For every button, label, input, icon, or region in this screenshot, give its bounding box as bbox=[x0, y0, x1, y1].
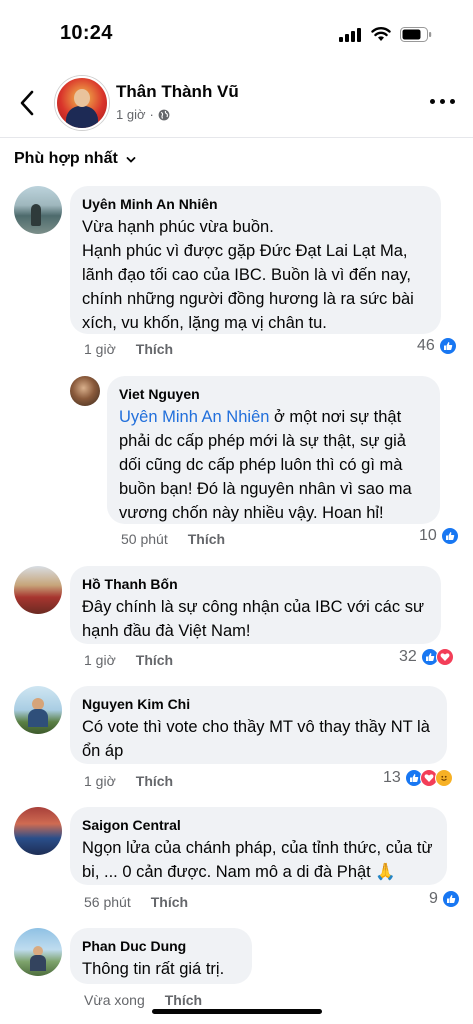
reaction-count: 46 bbox=[417, 337, 435, 354]
love-reaction-icon bbox=[435, 648, 454, 666]
comment-time: 1 giờ bbox=[84, 341, 116, 357]
comment-text: Có vote thì vote cho thầy MT vô thay thầ… bbox=[82, 718, 430, 760]
avatar[interactable] bbox=[14, 566, 62, 614]
sort-label: Phù hợp nhất bbox=[14, 150, 118, 167]
comment-author[interactable]: Viet Nguyen bbox=[119, 385, 428, 403]
comment-text: Ngọn lửa của chánh pháp, của tỉnh thức, … bbox=[82, 839, 433, 881]
comment-author[interactable]: Hồ Thanh Bốn bbox=[82, 575, 429, 593]
author-avatar[interactable] bbox=[55, 76, 109, 130]
post-time: 1 giờ bbox=[116, 107, 146, 122]
like-button[interactable]: Thích bbox=[136, 773, 173, 789]
comment-actions: 50 phút Thích bbox=[121, 531, 225, 547]
author-name[interactable]: Thân Thành Vũ bbox=[116, 82, 239, 102]
chevron-down-icon bbox=[126, 157, 136, 163]
avatar[interactable] bbox=[14, 186, 62, 234]
comment-time: 1 giờ bbox=[84, 773, 116, 789]
comment-time: 56 phút bbox=[84, 894, 131, 910]
comment-actions: 1 giờ Thích bbox=[84, 773, 173, 789]
reaction-summary[interactable]: 9 bbox=[429, 890, 460, 908]
mention-link[interactable]: Uyên Minh An Nhiên bbox=[119, 408, 269, 426]
comment-text: Đây chính là sự công nhận của IBC với cá… bbox=[82, 598, 424, 640]
cellular-signal-icon bbox=[339, 28, 363, 42]
status-time: 10:24 bbox=[60, 22, 113, 44]
reaction-count: 32 bbox=[399, 648, 417, 665]
comment-bubble: Saigon Central Ngọn lửa của chánh pháp, … bbox=[70, 807, 447, 885]
like-reaction-icon bbox=[440, 527, 459, 545]
reaction-summary[interactable]: 32 bbox=[399, 648, 454, 666]
avatar[interactable] bbox=[14, 686, 62, 734]
reaction-count: 13 bbox=[383, 769, 401, 786]
like-button[interactable]: Thích bbox=[151, 894, 188, 910]
care-reaction-icon bbox=[434, 769, 453, 787]
back-arrow-icon[interactable] bbox=[16, 86, 40, 120]
status-bar: 10:24 bbox=[0, 0, 473, 70]
comment-bubble: Hồ Thanh Bốn Đây chính là sự công nhận c… bbox=[70, 566, 441, 644]
comment-author[interactable]: Uyên Minh An Nhiên bbox=[82, 195, 429, 213]
comment-time: Vừa xong bbox=[84, 992, 145, 1008]
reaction-summary[interactable]: 13 bbox=[383, 769, 453, 787]
comment-author[interactable]: Phan Duc Dung bbox=[82, 937, 240, 955]
battery-icon bbox=[400, 27, 432, 42]
comment-bubble: Phan Duc Dung Thông tin rất giá trị. bbox=[70, 928, 252, 984]
reaction-count: 9 bbox=[429, 890, 438, 907]
comment-bubble: Viet Nguyen Uyên Minh An Nhiên ở một nơi… bbox=[107, 376, 440, 524]
reaction-summary[interactable]: 46 bbox=[417, 337, 457, 355]
avatar[interactable] bbox=[14, 928, 62, 976]
like-button[interactable]: Thích bbox=[165, 992, 202, 1008]
comment-bubble: Uyên Minh An Nhiên Vừa hạnh phúc vừa buồ… bbox=[70, 186, 441, 334]
comment-time: 1 giờ bbox=[84, 652, 116, 668]
wifi-icon bbox=[371, 27, 391, 41]
like-reaction-icon bbox=[441, 890, 460, 908]
comment-author[interactable]: Nguyen Kim Chi bbox=[82, 695, 435, 713]
like-button[interactable]: Thích bbox=[136, 652, 173, 668]
comment-actions: 1 giờ Thích bbox=[84, 341, 173, 357]
like-reaction-icon bbox=[438, 337, 457, 355]
comment-actions: 1 giờ Thích bbox=[84, 652, 173, 668]
more-options-icon[interactable] bbox=[430, 98, 456, 106]
post-header: Thân Thành Vũ 1 giờ · bbox=[0, 70, 473, 138]
comment-text: Thông tin rất giá trị. bbox=[82, 960, 225, 978]
avatar[interactable] bbox=[14, 807, 62, 855]
home-indicator bbox=[152, 1009, 322, 1014]
comment-author[interactable]: Saigon Central bbox=[82, 816, 435, 834]
comment-actions: Vừa xong Thích bbox=[84, 992, 202, 1008]
reaction-summary[interactable]: 10 bbox=[419, 527, 459, 545]
globe-icon bbox=[158, 109, 170, 120]
comment-bubble: Nguyen Kim Chi Có vote thì vote cho thầy… bbox=[70, 686, 447, 764]
post-meta: 1 giờ · bbox=[116, 107, 170, 122]
comment-time: 50 phút bbox=[121, 531, 168, 547]
like-button[interactable]: Thích bbox=[136, 341, 173, 357]
reaction-count: 10 bbox=[419, 527, 437, 544]
like-button[interactable]: Thích bbox=[188, 531, 225, 547]
avatar[interactable] bbox=[70, 376, 100, 406]
comment-sort-dropdown[interactable]: Phù hợp nhất bbox=[14, 150, 136, 168]
comment-text: Vừa hạnh phúc vừa buồn. Hạnh phúc vì đượ… bbox=[82, 218, 414, 332]
comment-actions: 56 phút Thích bbox=[84, 894, 188, 910]
